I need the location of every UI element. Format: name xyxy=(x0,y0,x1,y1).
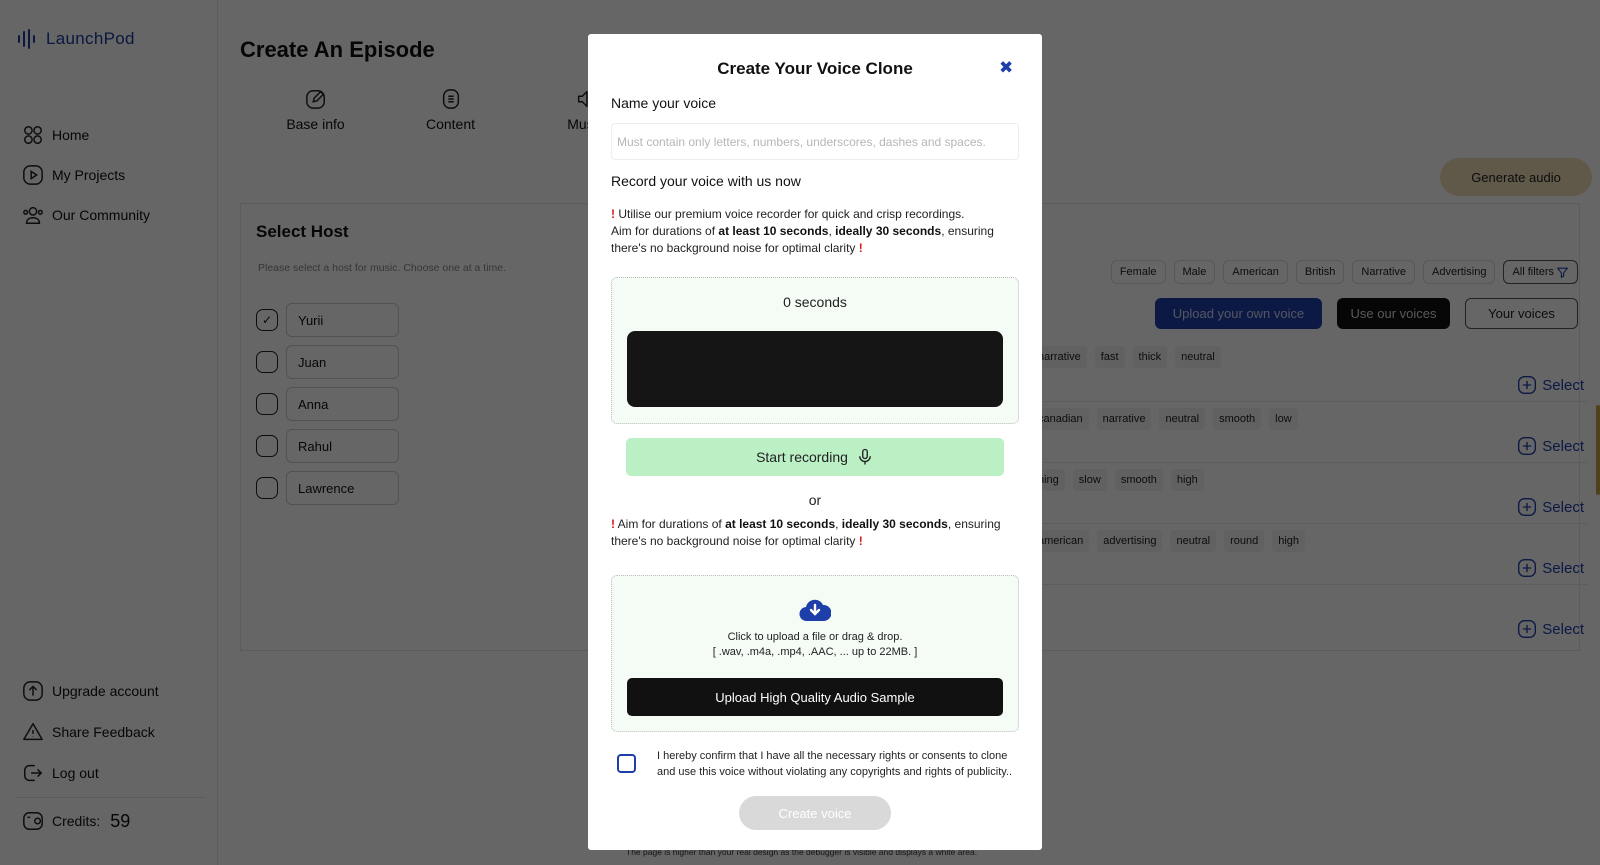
exclamation-icon: ! xyxy=(611,517,615,531)
or-divider: or xyxy=(808,492,822,508)
consent-text: I hereby confirm that I have all the nec… xyxy=(657,750,1013,778)
recorder-panel: 0 seconds xyxy=(611,277,1019,424)
start-recording-label: Start recording xyxy=(756,449,848,465)
name-voice-label: Name your voice xyxy=(611,95,717,111)
recording-timer: 0 seconds xyxy=(783,294,847,310)
consent-checkbox[interactable] xyxy=(617,754,636,773)
modal-title: Create Your Voice Clone xyxy=(717,59,913,78)
exclamation-icon: ! xyxy=(858,534,863,548)
voice-name-input[interactable] xyxy=(611,123,1019,160)
cloud-download-icon xyxy=(799,599,831,622)
close-icon[interactable]: ✖ xyxy=(999,59,1015,76)
upload-note: ! Aim for durations of at least 10 secon… xyxy=(611,517,1001,548)
voice-clone-modal: Create Your Voice Clone ✖ Name your voic… xyxy=(588,34,1042,850)
upload-dropzone[interactable]: Click to upload a file or drag & drop. [… xyxy=(611,575,1019,732)
microphone-icon xyxy=(858,448,871,465)
record-label: Record your voice with us now xyxy=(611,173,801,189)
exclamation-icon: ! xyxy=(611,207,615,221)
exclamation-icon: ! xyxy=(858,241,863,255)
upload-audio-sample-button[interactable]: Upload High Quality Audio Sample xyxy=(627,678,1003,716)
waveform-display xyxy=(627,331,1003,407)
upload-hint: Click to upload a file or drag & drop. [… xyxy=(712,631,918,658)
consent-row: I hereby confirm that I have all the nec… xyxy=(617,749,1022,780)
create-voice-button[interactable]: Create voice xyxy=(739,796,891,830)
start-recording-button[interactable]: Start recording xyxy=(626,438,1004,476)
record-note: ! Utilise our premium voice recorder for… xyxy=(611,207,994,255)
